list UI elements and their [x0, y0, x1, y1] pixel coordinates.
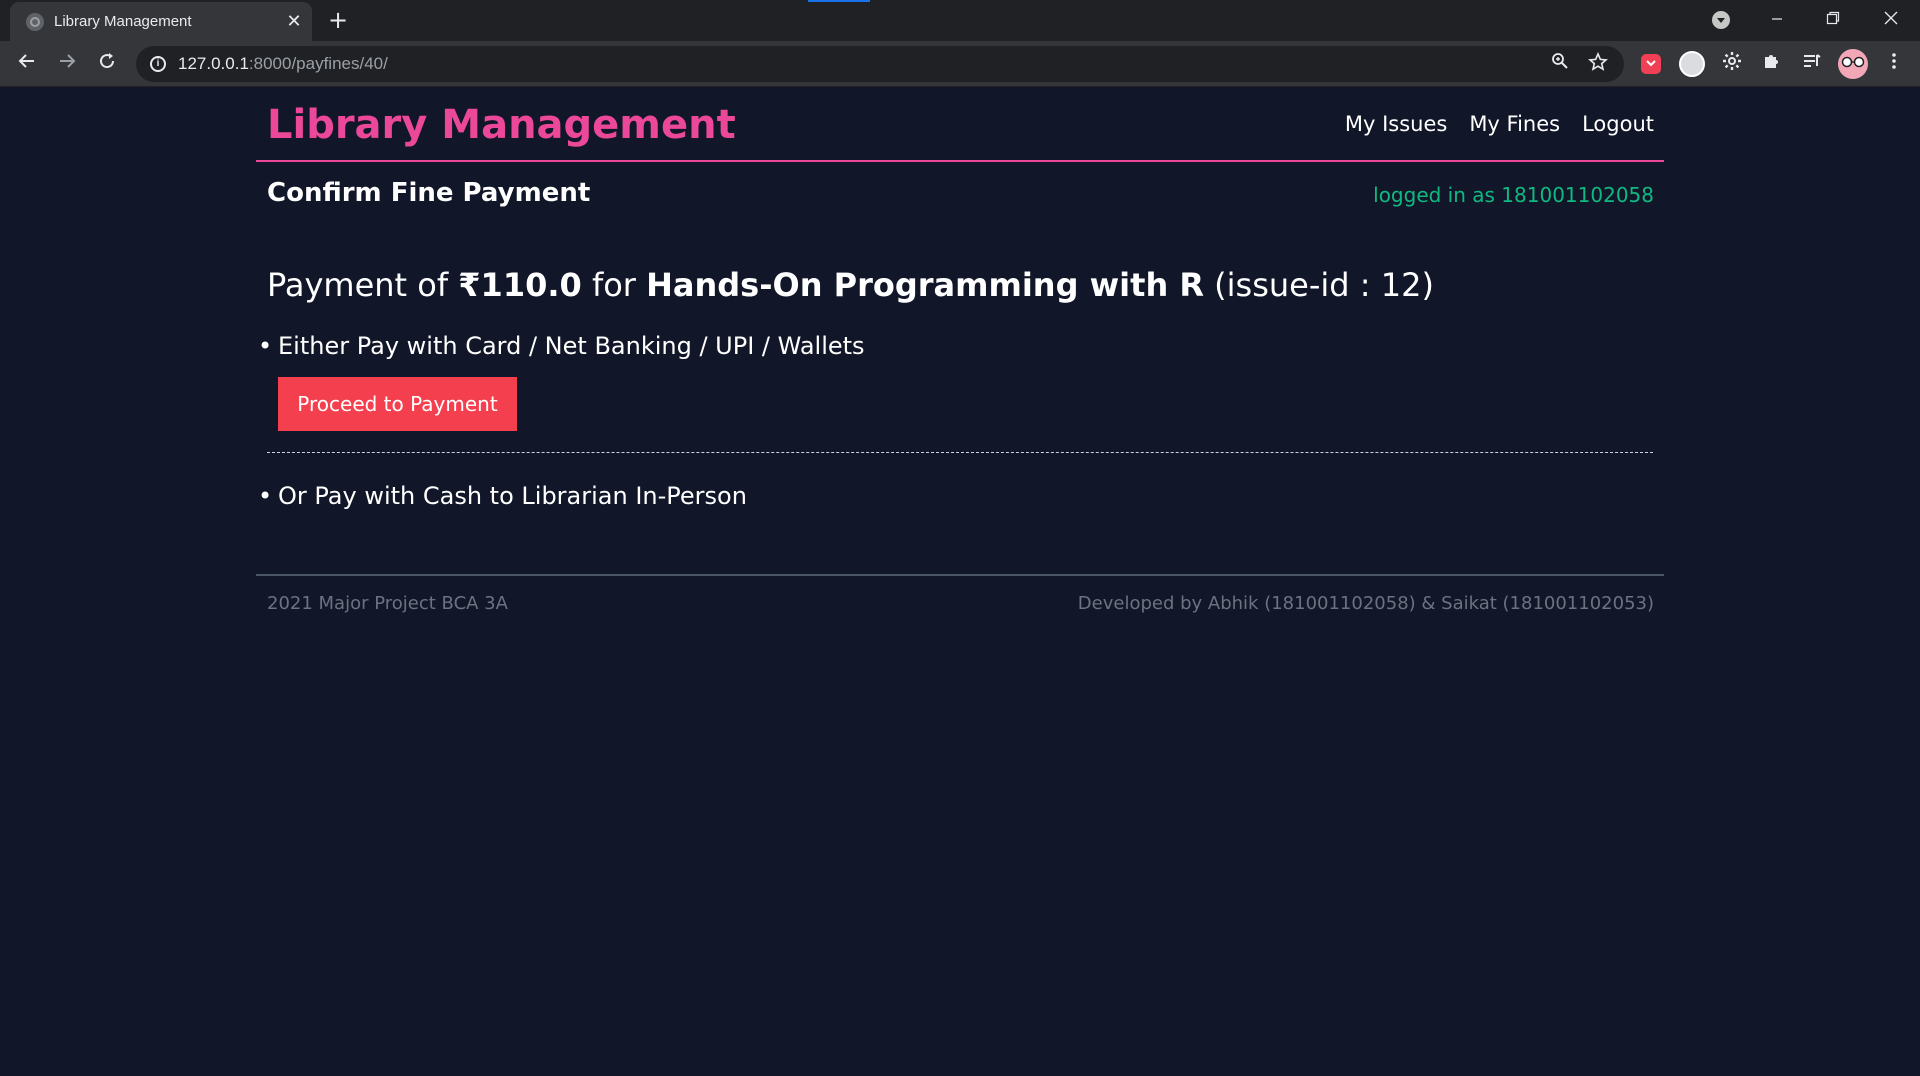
reload-icon[interactable] [92, 49, 122, 79]
kebab-menu-icon[interactable] [1881, 51, 1907, 77]
forward-arrow-icon[interactable] [52, 49, 82, 79]
zoom-icon[interactable] [1548, 52, 1572, 76]
book-title: Hands-On Programming with R [646, 266, 1204, 304]
brand-logo-text[interactable]: Library Management [267, 102, 736, 148]
url-text[interactable]: 127.0.0.1:8000/payfines/40/ [178, 54, 388, 74]
pocket-icon[interactable] [1641, 54, 1661, 74]
logged-in-status: logged in as 181001102058 [1373, 183, 1654, 207]
back-arrow-icon[interactable] [12, 49, 42, 79]
nav-logout[interactable]: Logout [1582, 112, 1654, 136]
tab-indicator [808, 0, 870, 2]
profile-avatar-icon[interactable] [1838, 49, 1868, 79]
footer-copyright: 2021 Major Project BCA 3A [267, 593, 508, 614]
nav-my-fines[interactable]: My Fines [1469, 112, 1560, 136]
gear-icon[interactable] [1719, 51, 1745, 77]
proceed-to-payment-button[interactable]: Proceed to Payment [278, 377, 517, 431]
page-title: Confirm Fine Payment [267, 178, 591, 208]
address-bar[interactable]: i 127.0.0.1:8000/payfines/40/ [136, 46, 1624, 82]
reading-list-icon[interactable] [1799, 51, 1825, 77]
navbar: Library Management My Issues My Fines Lo… [256, 88, 1664, 162]
dashed-divider [267, 452, 1653, 453]
restore-icon[interactable] [1810, 2, 1856, 38]
globe-icon [26, 13, 44, 31]
nav-my-issues[interactable]: My Issues [1345, 112, 1447, 136]
payment-summary: Payment of ₹110.0 for Hands-On Programmi… [267, 266, 1434, 304]
footer-divider [256, 574, 1664, 576]
browser-toolbar: i 127.0.0.1:8000/payfines/40/ [0, 41, 1920, 87]
minimize-icon[interactable] [1754, 2, 1800, 38]
info-icon[interactable]: i [150, 56, 166, 72]
extension-avatar-icon[interactable] [1679, 51, 1705, 77]
nav-links: My Issues My Fines Logout [1345, 112, 1654, 136]
option-cash-text: Or Pay with Cash to Librarian In-Person [278, 482, 747, 510]
new-tab-button[interactable]: + [324, 7, 352, 35]
page-container: Library Management My Issues My Fines Lo… [256, 88, 1664, 614]
subheader: Confirm Fine Payment logged in as 181001… [256, 162, 1664, 222]
tab-title: Library Management [54, 13, 192, 30]
browser-tab[interactable]: Library Management ✕ [10, 2, 312, 41]
close-icon[interactable]: ✕ [282, 10, 306, 34]
browser-tabbar: Library Management ✕ + [0, 0, 1920, 41]
payment-amount: ₹110.0 [458, 266, 582, 304]
window-close-icon[interactable] [1868, 2, 1914, 38]
option-card-text: Either Pay with Card / Net Banking / UPI… [278, 332, 865, 360]
puzzle-icon[interactable] [1759, 51, 1785, 77]
list-item: • Or Pay with Cash to Librarian In-Person [258, 482, 747, 510]
tab-search-icon[interactable] [1712, 11, 1730, 29]
list-item: • Either Pay with Card / Net Banking / UP… [258, 332, 865, 360]
footer-credits: Developed by Abhik (181001102058) & Saik… [1077, 593, 1654, 614]
issue-id: (issue-id : 12) [1204, 266, 1434, 304]
star-icon[interactable] [1586, 52, 1610, 76]
